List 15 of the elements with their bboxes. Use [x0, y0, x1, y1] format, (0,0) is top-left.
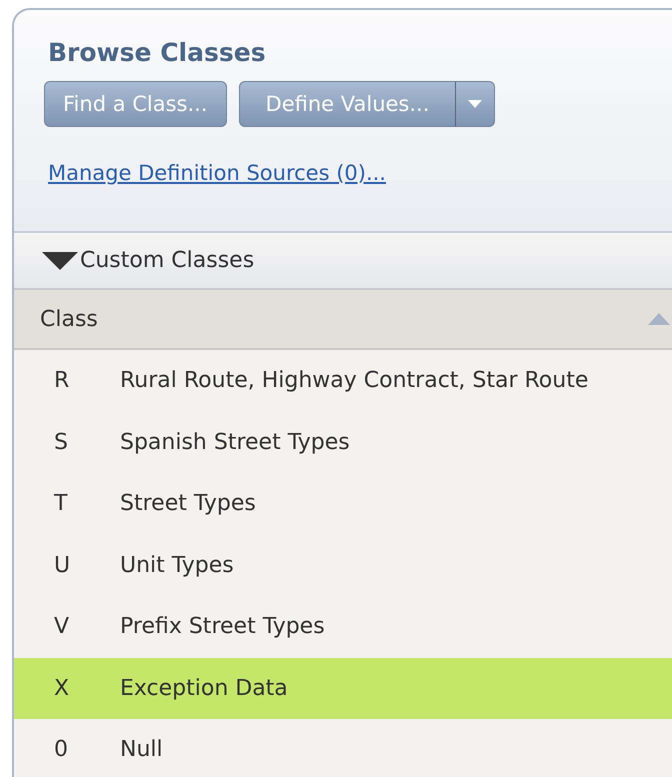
table-row[interactable]: T Street Types [14, 473, 672, 534]
section-header[interactable]: Custom Classes [14, 233, 672, 290]
sort-arrow-icon [648, 313, 670, 325]
table-row[interactable]: S Spanish Street Types [14, 412, 672, 473]
table-row[interactable]: R Rural Route, Highway Contract, Star Route [14, 350, 672, 412]
table-row[interactable]: U Unit Types [14, 534, 672, 596]
expand-triangle-icon [42, 252, 78, 270]
manage-sources-link[interactable]: Manage Definition Sources (0)... [48, 161, 386, 185]
dropdown-button[interactable] [456, 81, 496, 127]
caret-icon [468, 100, 482, 108]
table-row[interactable]: X Exception Data [14, 658, 672, 719]
table-row[interactable]: 0 Null [14, 719, 672, 777]
column-header[interactable]: Class [14, 290, 672, 350]
panel-title: Browse Classes [48, 38, 267, 67]
table-row[interactable]: V Prefix Street Types [14, 596, 672, 658]
